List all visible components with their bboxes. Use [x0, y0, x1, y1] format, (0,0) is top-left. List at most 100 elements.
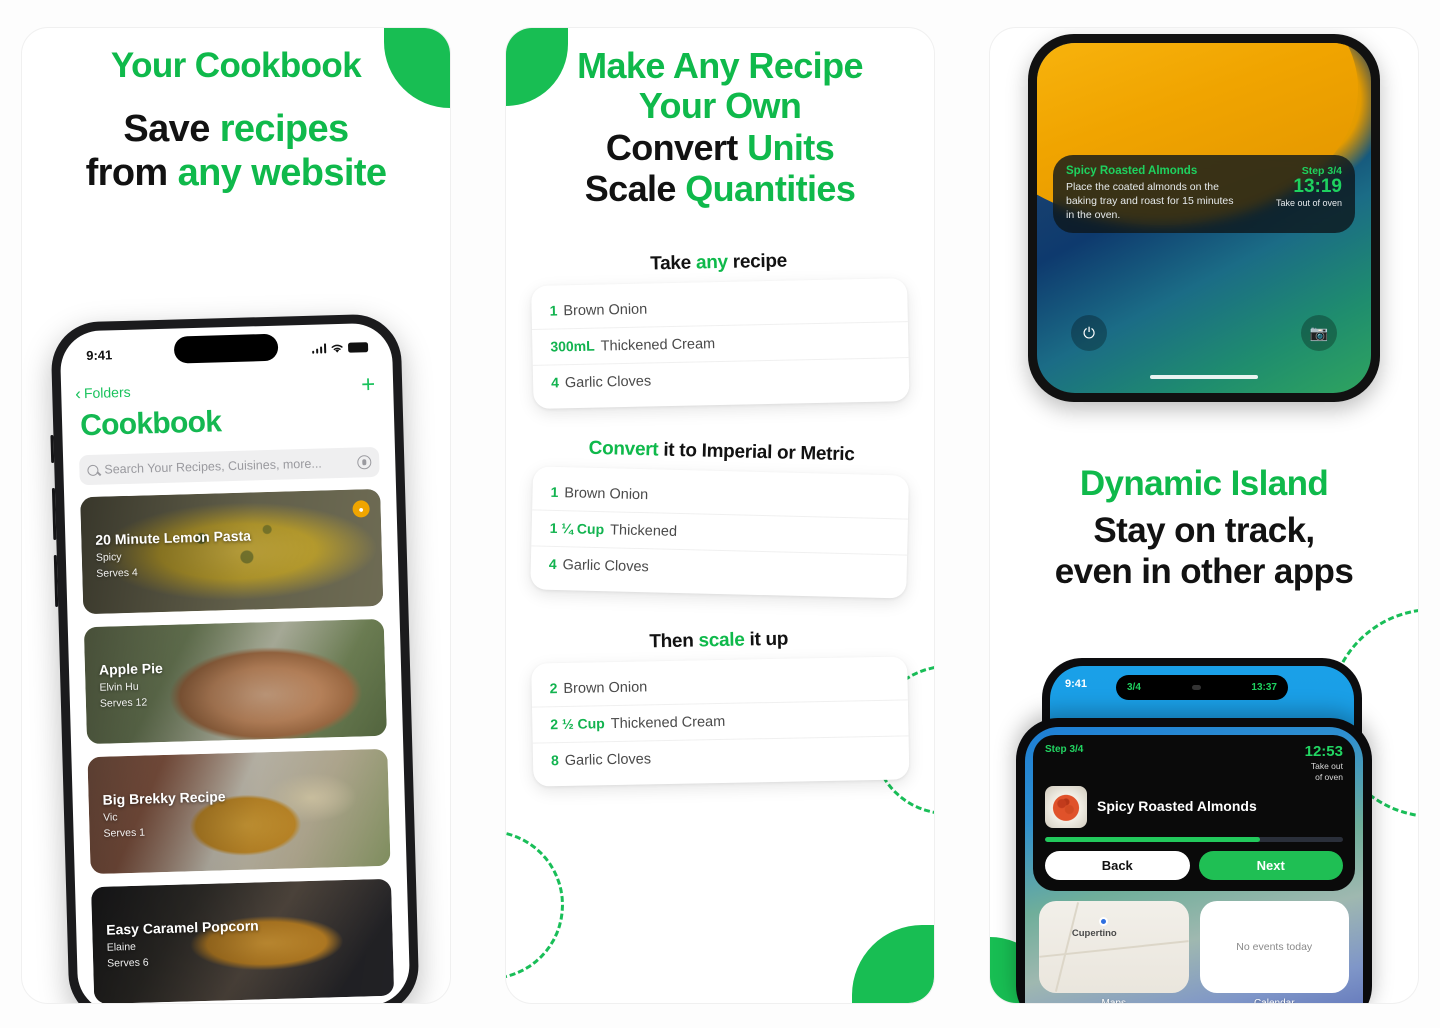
- live-activity-header: Step 3/4 12:53 Take out of oven: [1045, 744, 1343, 782]
- step-label-tint: Convert: [588, 437, 659, 461]
- recipe-thumbnail-icon: [1045, 786, 1087, 829]
- phone-volume-up-button: [51, 487, 57, 541]
- back-to-folders-button[interactable]: ‹ Folders: [75, 383, 131, 403]
- ingredient-quantity: 2: [549, 680, 558, 697]
- flashlight-icon[interactable]: ⏻: [1071, 315, 1107, 351]
- step-label-pre: Then: [649, 630, 699, 653]
- island-timer: 13:37: [1251, 682, 1277, 693]
- calendar-widget-label: Calendar: [1200, 998, 1350, 1003]
- recipe-title: Easy Caramel Popcorn: [106, 916, 259, 938]
- panel-3-subtitle-line2: even in other apps: [1054, 551, 1354, 591]
- dynamic-island-compact[interactable]: 3/4 13:37: [1116, 675, 1288, 700]
- panel-1-headings: Your Cookbook Save recipes from any webs…: [22, 28, 450, 195]
- home-indicator: [1150, 375, 1258, 379]
- search-icon: [87, 464, 99, 476]
- live-activity-timer: 12:53: [1304, 743, 1343, 760]
- cellular-signal-icon: [311, 343, 327, 354]
- add-recipe-button[interactable]: +: [361, 371, 376, 398]
- battery-icon: [347, 342, 369, 353]
- status-bar-indicators: [311, 342, 369, 355]
- foreground-phone-screen: Step 3/4 12:53 Take out of oven Spicy Ro…: [1025, 727, 1363, 1003]
- live-activity-title: Spicy Roasted Almonds: [1066, 165, 1198, 177]
- ingredient-quantity: 1 ¼ Cup: [549, 519, 605, 538]
- subtitle-tint-3: Units: [747, 126, 835, 168]
- ingredient-name: Brown Onion: [563, 301, 648, 320]
- search-placeholder: Search Your Recipes, Cuisines, more...: [104, 456, 322, 477]
- panel-1-subtitle: Save recipes from any website: [22, 107, 450, 195]
- dynamic-island-expanded[interactable]: Spicy Roasted Almonds Place the coated a…: [1053, 155, 1355, 233]
- panel-3-subtitle-line1: Stay on track,: [1093, 511, 1315, 551]
- recipe-card-text: Easy Caramel Popcorn Elaine Serves 6: [92, 917, 260, 970]
- ingredient-quantity: 1: [550, 483, 559, 501]
- maps-widget-location: Cupertino: [1071, 928, 1117, 940]
- ingredient-name: Brown Onion: [563, 679, 648, 698]
- maps-widget[interactable]: Cupertino Maps: [1039, 900, 1189, 1003]
- step-label: Then scale it up: [531, 627, 907, 656]
- camera-icon[interactable]: 📷: [1301, 315, 1337, 351]
- dashed-circle-decoration-left: [506, 830, 564, 981]
- calendar-widget-body: No events today: [1199, 900, 1349, 993]
- screenshot-panel-1: Your Cookbook Save recipes from any webs…: [22, 28, 450, 1003]
- panel-2-title-line1: Make Any Recipe: [577, 45, 863, 86]
- recipe-card[interactable]: Apple Pie Elvin Hu Serves 12: [83, 618, 387, 745]
- live-activity-timer-caption-1: Take out: [1310, 760, 1343, 771]
- next-button[interactable]: Next: [1198, 850, 1343, 880]
- panel-2-headings: Make Any Recipe Your Own Convert Units S…: [506, 28, 934, 210]
- back-button[interactable]: Back: [1045, 850, 1190, 880]
- subtitle-tint-2: any website: [177, 152, 387, 195]
- ingredient-quantity: 300mL: [550, 337, 595, 355]
- screenshot-panel-3: Spicy Roasted Almonds Place the coated a…: [990, 28, 1418, 1003]
- subtitle-plain-4: Scale: [584, 168, 686, 210]
- ingredient-card: 1 Brown Onion 300mL Thickened Cream 4 Garli…: [531, 278, 910, 410]
- step-group-original: Take any recipe 1 Brown Onion 300mL Thicke…: [530, 248, 910, 410]
- voice-search-icon[interactable]: [357, 455, 372, 470]
- recipe-card[interactable]: 20 Minute Lemon Pasta Spicy Serves 4 ●: [80, 488, 384, 615]
- maps-widget-label: Maps: [1039, 998, 1189, 1003]
- calendar-widget-content: No events today: [1236, 940, 1313, 953]
- step-label-post: it to Imperial or Metric: [658, 439, 855, 466]
- step-label-post: it up: [744, 628, 789, 651]
- live-activity-body: Spicy Roasted Almonds: [1045, 786, 1343, 829]
- progress-bar: [1045, 837, 1343, 842]
- island-camera-dot: [1191, 685, 1201, 690]
- recipe-card[interactable]: Easy Caramel Popcorn Elaine Serves 6: [91, 878, 395, 1003]
- live-activity-buttons: Back Next: [1045, 850, 1343, 880]
- ingredient-name: Garlic Cloves: [564, 373, 652, 392]
- live-activity-card[interactable]: Step 3/4 12:53 Take out of oven Spicy Ro…: [1033, 735, 1355, 891]
- ingredient-row: 4 Garlic Cloves: [533, 358, 910, 401]
- panel-1-title: Your Cookbook: [110, 46, 362, 85]
- step-group-converted: Convert it to Imperial or Metric 1 Brown …: [530, 437, 910, 599]
- conversion-steps: Take any recipe 1 Brown Onion 300mL Thicke…: [506, 210, 934, 981]
- island-step: 3/4: [1127, 682, 1141, 693]
- recipe-card[interactable]: Big Brekky Recipe Vic Serves 1: [87, 748, 391, 875]
- panel-3-subtitle: Stay on track, even in other apps: [990, 511, 1418, 592]
- ingredient-name: Garlic Cloves: [562, 557, 649, 576]
- panel-3-title: Dynamic Island: [1079, 464, 1329, 503]
- iphone-mockup-lockscreen: Spicy Roasted Almonds Place the coated a…: [1028, 34, 1380, 402]
- iphone-mockup-foreground: Step 3/4 12:53 Take out of oven Spicy Ro…: [1016, 718, 1372, 1003]
- phone-mute-switch: [50, 434, 55, 464]
- recipe-author: Elvin Hu: [99, 680, 139, 694]
- ingredient-quantity: 4: [548, 555, 557, 573]
- live-activity-body: Place the coated almonds on the baking t…: [1066, 181, 1234, 222]
- recipe-author: Spicy: [95, 550, 122, 564]
- iphone-mockup-cookbook: 9:41 ‹ Folders + Cookbook Search Your Re…: [50, 313, 420, 1003]
- step-label-tint: any: [695, 251, 729, 274]
- app-store-screenshot-gallery: Your Cookbook Save recipes from any webs…: [0, 0, 1440, 1028]
- ingredient-name: Brown Onion: [564, 485, 649, 504]
- ingredient-quantity: 4: [550, 374, 560, 391]
- ingredient-name: Garlic Cloves: [564, 751, 652, 770]
- calendar-widget[interactable]: No events today Calendar: [1199, 900, 1350, 1003]
- location-dot-icon: [1098, 917, 1108, 927]
- step-label-post: recipe: [727, 250, 788, 273]
- recipe-author: Vic: [102, 810, 118, 824]
- panel-2-title-line2: Your Own: [638, 85, 802, 127]
- step-group-scaled: Then scale it up 2 Brown Onion 2 ½ Cup Thi…: [531, 627, 910, 787]
- home-screen-widgets: Cupertino Maps No events today Calendar: [1025, 891, 1363, 1003]
- live-activity-step: Step 3/4: [1045, 744, 1084, 755]
- step-label-pre: Take: [650, 252, 697, 275]
- live-activity-left: Spicy Roasted Almonds Place the coated a…: [1066, 165, 1240, 223]
- ingredient-name: Thickened Cream: [600, 336, 716, 355]
- ingredient-name: Thickened: [609, 522, 678, 541]
- ingredient-row: 8 Garlic Cloves: [533, 737, 910, 779]
